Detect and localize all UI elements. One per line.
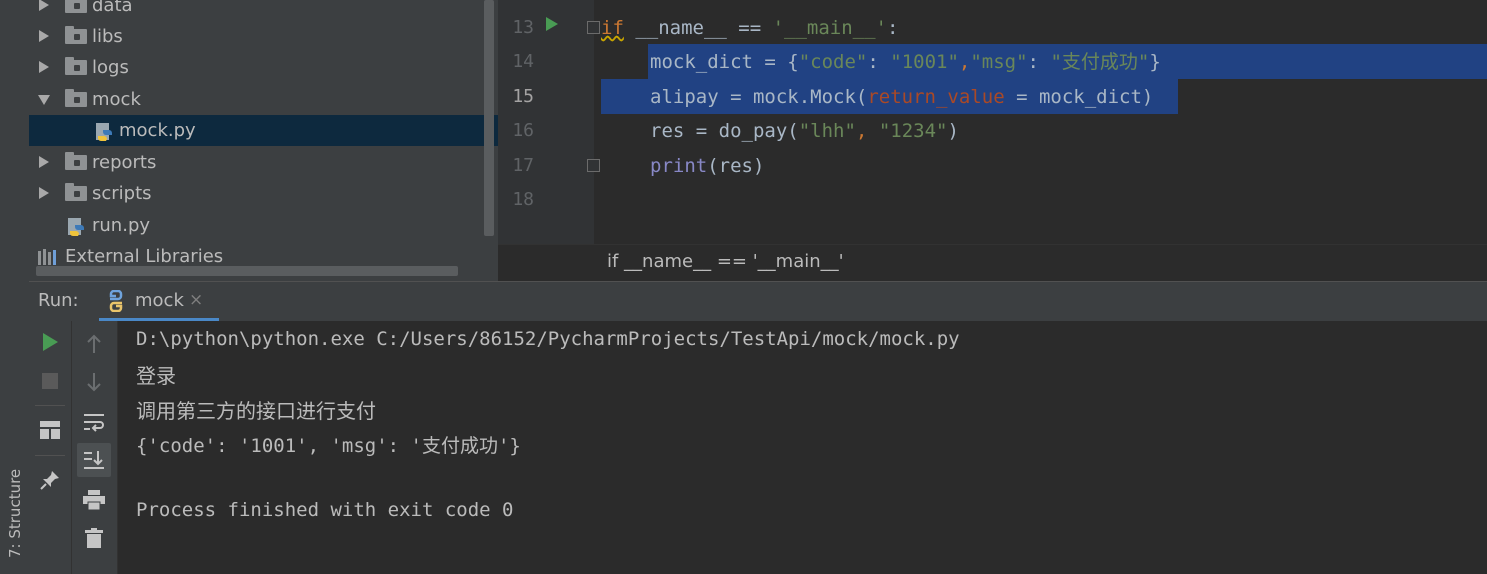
python-file-icon bbox=[96, 123, 112, 141]
run-gutter-icon[interactable] bbox=[546, 17, 558, 31]
code-editor[interactable]: 13 14 15 16 17 18 if __name__ == '__main… bbox=[498, 0, 1487, 281]
fold-marker-icon[interactable] bbox=[587, 159, 600, 172]
soft-wrap-icon bbox=[84, 414, 104, 432]
python-file-icon bbox=[68, 218, 84, 236]
code-line-13: if __name__ == '__main__': bbox=[601, 17, 899, 39]
tree-item-label: mock.py bbox=[119, 120, 196, 141]
pin-tab-button[interactable] bbox=[35, 465, 65, 495]
line-number: 18 bbox=[512, 189, 534, 210]
expand-arrow-icon[interactable] bbox=[39, 187, 49, 199]
tree-item-libs[interactable]: libs bbox=[29, 21, 498, 52]
tree-item-label: scripts bbox=[92, 183, 152, 204]
rerun-button[interactable] bbox=[35, 327, 65, 357]
tree-item-label: run.py bbox=[92, 215, 151, 236]
folder-icon bbox=[65, 152, 87, 170]
expand-arrow-icon[interactable] bbox=[39, 156, 49, 168]
print-icon bbox=[83, 490, 105, 510]
layout-icon bbox=[40, 421, 60, 439]
code-line-14: mock_dict = {"code": "1001","msg": "支付成功… bbox=[650, 51, 1161, 73]
tree-item-label: mock bbox=[92, 89, 141, 110]
run-toolbar-primary bbox=[29, 321, 72, 574]
vertical-scrollbar[interactable] bbox=[484, 0, 494, 236]
tree-item-reports[interactable]: reports bbox=[29, 147, 498, 178]
run-toolbar-secondary bbox=[72, 321, 118, 574]
tree-item-mock-py[interactable]: mock.py bbox=[29, 115, 498, 146]
trash-icon bbox=[85, 528, 103, 548]
down-arrow-icon bbox=[87, 373, 101, 392]
scroll-to-end-icon bbox=[84, 451, 104, 469]
console-output[interactable]: D:\python\python.exe C:/Users/86152/Pych… bbox=[118, 321, 1487, 574]
structure-tool-tab[interactable]: 7: Structure bbox=[4, 448, 26, 558]
pin-icon bbox=[40, 471, 59, 490]
soft-wrap-button[interactable] bbox=[79, 407, 109, 437]
breadcrumb-label[interactable]: if __name__ == '__main__' bbox=[607, 251, 844, 272]
code-line-17: print(res) bbox=[650, 155, 765, 177]
toolbar-divider bbox=[35, 405, 65, 406]
close-icon[interactable]: × bbox=[189, 290, 203, 310]
run-panel-header: Run: mock × bbox=[29, 281, 1487, 322]
stop-icon bbox=[42, 373, 58, 389]
folder-icon bbox=[65, 57, 87, 75]
tree-item-data[interactable]: data bbox=[29, 0, 498, 21]
tree-item-mock[interactable]: mock bbox=[29, 84, 498, 115]
run-tab-label: mock bbox=[135, 290, 184, 311]
expand-arrow-icon[interactable] bbox=[39, 30, 49, 42]
console-line: 登录 bbox=[136, 364, 176, 388]
editor-breadcrumb[interactable]: if __name__ == '__main__' bbox=[498, 244, 1487, 281]
run-tab-mock[interactable]: mock × bbox=[99, 282, 219, 321]
project-tree-panel: data libs logs mock mock.py reports scri… bbox=[29, 0, 498, 281]
expand-arrow-icon[interactable] bbox=[39, 61, 49, 73]
stop-button[interactable] bbox=[35, 366, 65, 396]
print-button[interactable] bbox=[79, 485, 109, 515]
line-number: 13 bbox=[512, 17, 534, 38]
folder-icon bbox=[65, 183, 87, 201]
up-arrow-icon bbox=[87, 334, 101, 353]
structure-tab-label: 7: Structure bbox=[6, 468, 24, 558]
line-number: 17 bbox=[512, 155, 534, 176]
up-arrow-button[interactable] bbox=[79, 329, 109, 359]
tree-item-run-py[interactable]: run.py bbox=[29, 210, 498, 241]
tree-item-label: data bbox=[92, 0, 133, 16]
expand-arrow-icon[interactable] bbox=[39, 0, 49, 11]
fold-marker-icon[interactable] bbox=[587, 21, 600, 34]
play-icon bbox=[42, 333, 58, 351]
python-icon bbox=[109, 290, 123, 312]
code-line-15: alipay = mock.Mock(return_value = mock_d… bbox=[650, 86, 1154, 108]
code-line-16: res = do_pay("lhh", "1234") bbox=[650, 120, 959, 142]
console-line: D:\python\python.exe C:/Users/86152/Pych… bbox=[136, 328, 960, 350]
folder-icon bbox=[65, 89, 87, 107]
folder-icon bbox=[65, 0, 87, 13]
line-number: 14 bbox=[512, 51, 534, 72]
tree-item-label: reports bbox=[92, 152, 157, 173]
console-line: {'code': '1001', 'msg': '支付成功'} bbox=[136, 435, 521, 457]
console-line: Process finished with exit code 0 bbox=[136, 499, 514, 521]
toolbar-divider bbox=[35, 455, 65, 456]
tree-item-label: logs bbox=[92, 57, 129, 78]
libraries-icon bbox=[38, 249, 56, 265]
clear-all-button[interactable] bbox=[79, 523, 109, 553]
scroll-to-end-button[interactable] bbox=[77, 443, 111, 477]
line-number: 15 bbox=[512, 86, 534, 107]
console-line: 调用第三方的接口进行支付 bbox=[136, 399, 376, 423]
down-arrow-button[interactable] bbox=[79, 367, 109, 397]
tree-item-label: libs bbox=[92, 26, 123, 47]
editor-gutter: 13 14 15 16 17 18 bbox=[498, 0, 600, 244]
tree-item-scripts[interactable]: scripts bbox=[29, 178, 498, 209]
horizontal-scrollbar[interactable] bbox=[36, 266, 458, 276]
collapse-arrow-icon[interactable] bbox=[38, 95, 50, 105]
line-number: 16 bbox=[512, 120, 534, 141]
run-panel-title: Run: bbox=[38, 290, 79, 311]
restore-layout-button[interactable] bbox=[35, 415, 65, 445]
folder-icon bbox=[65, 26, 87, 44]
tree-item-logs[interactable]: logs bbox=[29, 52, 498, 83]
